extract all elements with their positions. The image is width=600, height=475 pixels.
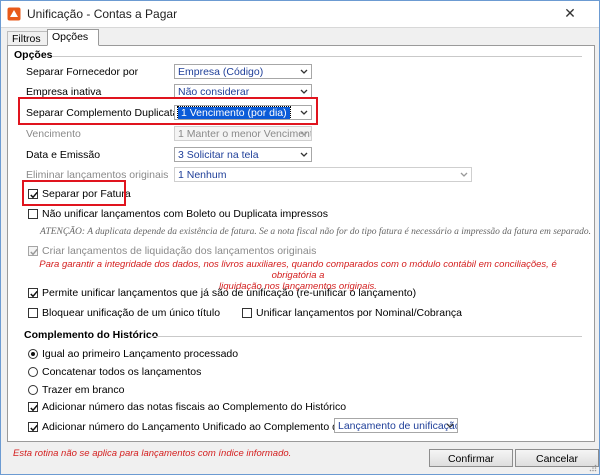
group-divider [52, 56, 582, 57]
options-panel: Opções Separar Fornecedor por Empresa (C… [7, 45, 595, 442]
checkbox-unificar-nominal[interactable] [242, 308, 252, 318]
group-title-opcoes: Opções [14, 49, 53, 61]
cancel-button[interactable]: Cancelar [515, 449, 599, 467]
close-icon: ✕ [564, 5, 576, 21]
chevron-down-icon [300, 131, 308, 136]
checkbox-bloquear[interactable] [28, 308, 38, 318]
label-nao-unificar: Não unificar lançamentos com Boleto ou D… [42, 208, 328, 220]
label-vencimento: Vencimento [26, 128, 81, 140]
label-unificar-nominal: Unificar lançamentos por Nominal/Cobranç… [256, 307, 463, 319]
title-bar[interactable]: Unificação - Contas a Pagar ✕ [1, 1, 599, 28]
checkbox-adicionar-notas[interactable] [28, 402, 38, 412]
combo-value: Empresa (Código) [178, 66, 264, 78]
tab-opcoes[interactable]: Opções [47, 29, 99, 46]
check-icon [30, 290, 38, 298]
label-data-emissao: Data e Emissão [26, 149, 101, 161]
combo-eliminar-lancamentos[interactable]: 1 Nenhum [174, 167, 472, 182]
combo-data-emissao[interactable]: 3 Solicitar na tela [174, 147, 312, 162]
label-bloquear: Bloquear unificação de um único título [42, 307, 221, 319]
checkbox-adicionar-lancamento[interactable] [28, 422, 38, 432]
label-radio-concatenar: Concatenar todos os lançamentos [42, 366, 202, 378]
radio-branco[interactable] [28, 385, 38, 395]
label-separar-fornecedor: Separar Fornecedor por [26, 66, 139, 78]
chevron-down-icon [300, 89, 308, 94]
group-title-complemento: Complemento do Histórico [24, 329, 159, 341]
combo-value: Lançamento de unificação [338, 420, 458, 432]
resize-grip-icon[interactable] [589, 464, 597, 472]
highlight-box-complemento [18, 97, 318, 125]
chevron-down-icon [300, 152, 308, 157]
window-title: Unificação - Contas a Pagar [27, 7, 178, 21]
combo-separar-fornecedor[interactable]: Empresa (Código) [174, 64, 312, 79]
checkbox-permite-unificar[interactable] [28, 288, 38, 298]
close-button[interactable]: ✕ [559, 4, 581, 22]
chevron-down-icon [446, 423, 454, 428]
combo-vencimento[interactable]: 1 Manter o menor Vencimento [174, 126, 312, 141]
checkbox-nao-unificar[interactable] [28, 209, 38, 219]
warning-line: Para garantir a integridade dos dados, n… [39, 259, 557, 281]
footer-note: Esta rotina não se aplica para lançament… [13, 448, 292, 459]
group-divider [148, 336, 582, 337]
chevron-down-icon [460, 172, 468, 177]
check-icon [30, 248, 38, 256]
radio-concatenar[interactable] [28, 367, 38, 377]
dialog-window: Unificação - Contas a Pagar ✕ Filtros Op… [0, 0, 600, 475]
check-icon [30, 424, 38, 432]
radio-dot [31, 352, 35, 356]
combo-value: 3 Solicitar na tela [178, 149, 259, 161]
check-icon [30, 404, 38, 412]
app-icon [7, 7, 21, 21]
combo-lancamento-unificacao[interactable]: Lançamento de unificação [334, 418, 458, 433]
label-radio-branco: Trazer em branco [42, 384, 125, 396]
combo-value: 1 Manter o menor Vencimento [178, 128, 312, 140]
combo-value: 1 Nenhum [178, 169, 227, 181]
confirm-button[interactable]: Confirmar [429, 449, 513, 467]
checkbox-criar-liquidacao[interactable] [28, 246, 38, 256]
label-radio-igual: Igual ao primeiro Lançamento processado [42, 348, 239, 360]
atencao-note: ATENÇÃO: A duplicata depende da existênc… [40, 227, 591, 237]
radio-igual[interactable] [28, 349, 38, 359]
label-adicionar-notas: Adicionar número das notas fiscais ao Co… [42, 401, 347, 413]
label-criar-liquidacao: Criar lançamentos de liquidação dos lanç… [42, 245, 317, 257]
label-permite-unificar: Permite unificar lançamentos que já são … [42, 287, 417, 299]
highlight-box-fatura [22, 180, 126, 206]
chevron-down-icon [300, 69, 308, 74]
